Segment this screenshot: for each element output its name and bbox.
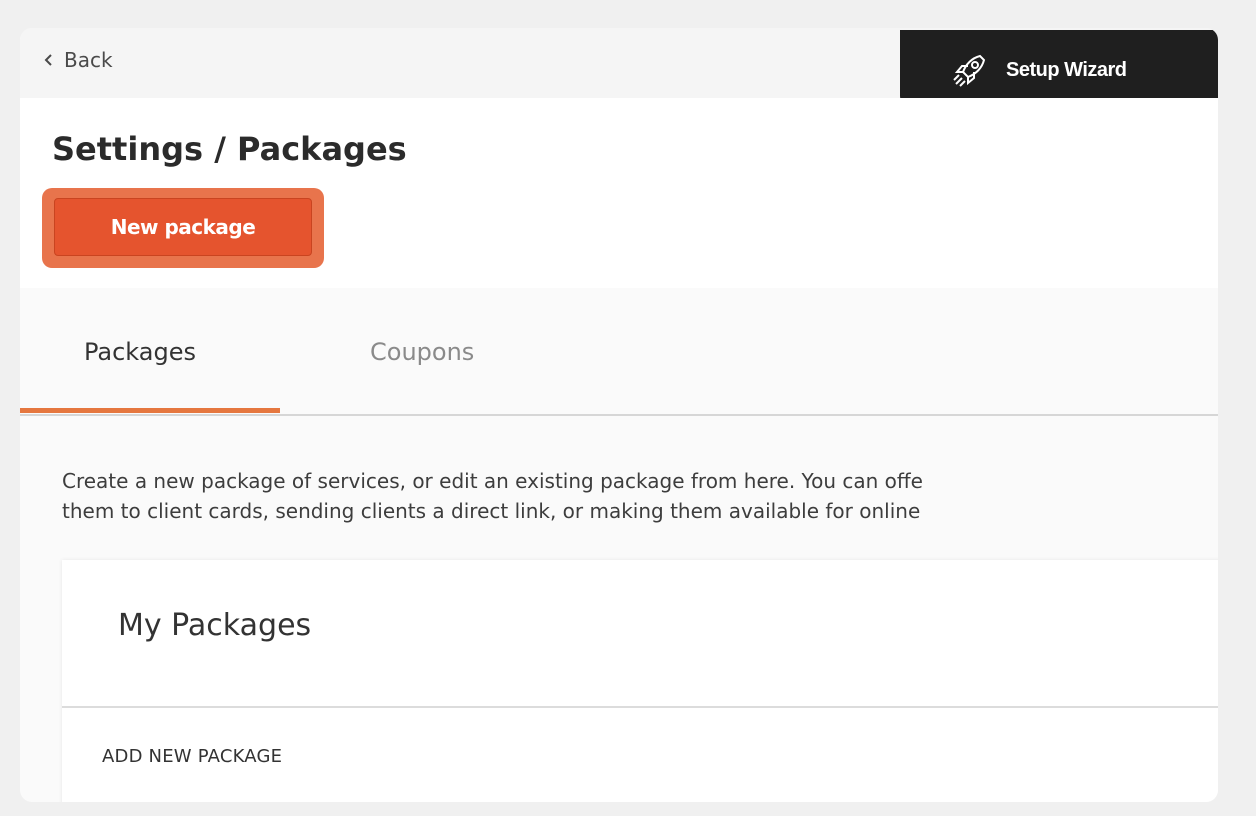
page-header: Settings / Packages New package [20,98,1218,288]
description-line-1: Create a new package of services, or edi… [62,469,923,493]
setup-wizard-label: Setup Wizard [1006,58,1127,81]
description-line-2: them to client cards, sending clients a … [62,499,921,523]
new-package-button[interactable]: New package [54,198,312,256]
tab-coupons[interactable]: Coupons [370,338,474,366]
add-new-package-link[interactable]: ADD NEW PACKAGE [102,746,282,767]
description-text: Create a new package of services, or edi… [62,466,1218,526]
tab-packages[interactable]: Packages [84,338,196,366]
back-label: Back [64,48,113,72]
card-divider [62,706,1218,708]
rocket-icon [953,54,986,87]
my-packages-card: My Packages ADD NEW PACKAGE [62,560,1218,802]
back-link[interactable]: Back [42,48,113,72]
chevron-left-icon [44,54,52,66]
tab-bar: Packages Coupons [20,288,1218,416]
app-window: Back Setup Wizard Settings / Packages Ne… [20,28,1218,802]
active-tab-indicator [20,408,280,413]
page-title: Settings / Packages [52,130,407,168]
card-title: My Packages [118,608,312,643]
